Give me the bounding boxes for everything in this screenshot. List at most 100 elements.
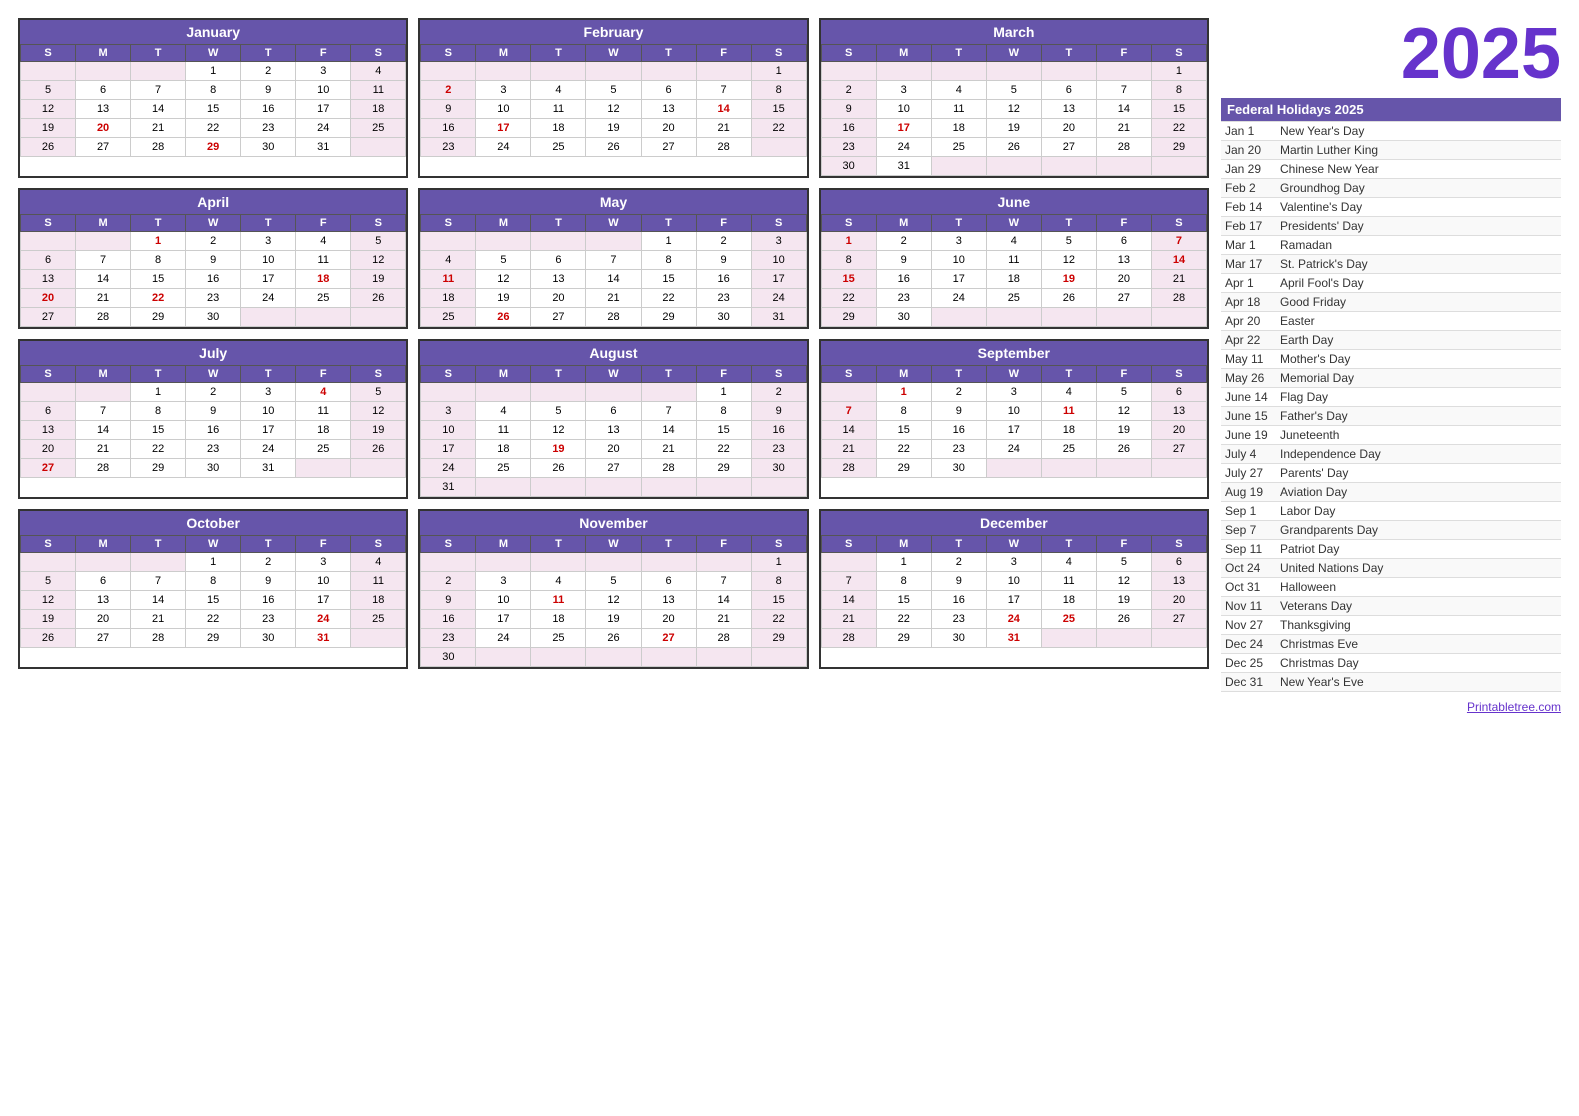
calendar-day: 19	[586, 119, 641, 138]
calendar-day: 22	[641, 289, 696, 308]
calendar-day: 15	[1151, 100, 1206, 119]
calendar-day: 22	[696, 440, 751, 459]
holiday-row: Sep 11Patriot Day	[1221, 540, 1561, 559]
holiday-name: Ramadan	[1276, 236, 1561, 255]
calendar-day: 9	[931, 572, 986, 591]
calendar-day: 4	[531, 81, 586, 100]
calendar-day	[1041, 62, 1096, 81]
calendar-day: 4	[931, 81, 986, 100]
calendar-day: 5	[1096, 553, 1151, 572]
holiday-name: Independence Day	[1276, 445, 1561, 464]
holiday-date: Dec 24	[1221, 635, 1276, 654]
calendar-day: 30	[696, 308, 751, 327]
calendar-day: 20	[586, 440, 641, 459]
holiday-name: Patriot Day	[1276, 540, 1561, 559]
calendar-day: 13	[21, 421, 76, 440]
holiday-name: Juneteenth	[1276, 426, 1561, 445]
calendar-day: 13	[531, 270, 586, 289]
calendar-day: 19	[21, 119, 76, 138]
calendar-day: 29	[1151, 138, 1206, 157]
calendar-day: 19	[586, 610, 641, 629]
day-header: F	[296, 366, 351, 383]
day-header: W	[986, 45, 1041, 62]
calendar-day: 6	[21, 402, 76, 421]
calendar-day: 14	[76, 270, 131, 289]
holiday-date: Dec 25	[1221, 654, 1276, 673]
calendar-day: 17	[751, 270, 806, 289]
calendar-day: 2	[751, 383, 806, 402]
day-header: M	[876, 45, 931, 62]
calendar-day: 14	[821, 421, 876, 440]
calendar-day: 19	[351, 270, 406, 289]
holiday-name: United Nations Day	[1276, 559, 1561, 578]
holidays-header: Federal Holidays 2025	[1221, 98, 1561, 122]
calendar-day: 10	[476, 100, 531, 119]
holiday-date: Sep 7	[1221, 521, 1276, 540]
calendar-day: 11	[296, 402, 351, 421]
calendar-day: 1	[186, 62, 241, 81]
calendar-day: 22	[751, 610, 806, 629]
calendar-day: 24	[751, 289, 806, 308]
calendar-day: 17	[876, 119, 931, 138]
calendar-day: 5	[986, 81, 1041, 100]
calendar-day: 28	[586, 308, 641, 327]
calendar-day: 24	[931, 289, 986, 308]
day-header: F	[696, 45, 751, 62]
month-july: JulySMTWTFS12345678910111213141516171819…	[18, 339, 408, 499]
day-header: S	[1151, 366, 1206, 383]
calendar-day: 22	[186, 610, 241, 629]
calendar-day	[421, 553, 476, 572]
calendar-day	[586, 648, 641, 667]
calendar-day: 19	[986, 119, 1041, 138]
month-header-march: March	[821, 20, 1207, 44]
calendar-day: 14	[1096, 100, 1151, 119]
day-header: S	[821, 215, 876, 232]
calendar-day: 24	[876, 138, 931, 157]
day-header: M	[476, 45, 531, 62]
calendar-day: 20	[21, 440, 76, 459]
calendar-day	[986, 157, 1041, 176]
calendar-day: 5	[586, 572, 641, 591]
month-september: SeptemberSMTWTFS123456789101112131415161…	[819, 339, 1209, 499]
calendar-day	[531, 478, 586, 497]
calendar-day: 1	[131, 232, 186, 251]
calendar-day: 2	[421, 572, 476, 591]
calendar-day	[641, 553, 696, 572]
calendar-day	[986, 459, 1041, 478]
calendar-day: 6	[1096, 232, 1151, 251]
holiday-name: Christmas Eve	[1276, 635, 1561, 654]
calendar-day	[351, 138, 406, 157]
calendar-day: 17	[296, 100, 351, 119]
calendar-day: 23	[186, 440, 241, 459]
calendar-day: 11	[1041, 572, 1096, 591]
calendar-day: 18	[296, 270, 351, 289]
calendar-day: 1	[186, 553, 241, 572]
calendar-day: 28	[696, 138, 751, 157]
day-header: S	[1151, 536, 1206, 553]
calendar-day: 21	[696, 119, 751, 138]
calendar-day: 7	[821, 402, 876, 421]
calendar-day: 29	[876, 629, 931, 648]
calendar-day: 18	[351, 591, 406, 610]
calendar-day	[586, 383, 641, 402]
calendar-day: 22	[131, 289, 186, 308]
printable-link[interactable]: Printabletree.com	[1467, 700, 1561, 714]
calendar-day: 1	[751, 553, 806, 572]
calendar-day: 4	[296, 232, 351, 251]
calendar-day	[931, 308, 986, 327]
calendar-day: 26	[351, 440, 406, 459]
holiday-date: July 4	[1221, 445, 1276, 464]
calendar-day: 23	[241, 119, 296, 138]
holiday-date: Jan 29	[1221, 160, 1276, 179]
calendar-day: 25	[531, 629, 586, 648]
calendar-day: 15	[186, 100, 241, 119]
calendar-day: 20	[76, 119, 131, 138]
day-header: T	[931, 215, 986, 232]
calendar-day	[21, 62, 76, 81]
calendar-day	[1041, 459, 1096, 478]
month-header-may: May	[420, 190, 806, 214]
calendar-day	[696, 648, 751, 667]
calendar-day: 30	[421, 648, 476, 667]
calendar-day: 21	[641, 440, 696, 459]
calendar-day: 4	[531, 572, 586, 591]
